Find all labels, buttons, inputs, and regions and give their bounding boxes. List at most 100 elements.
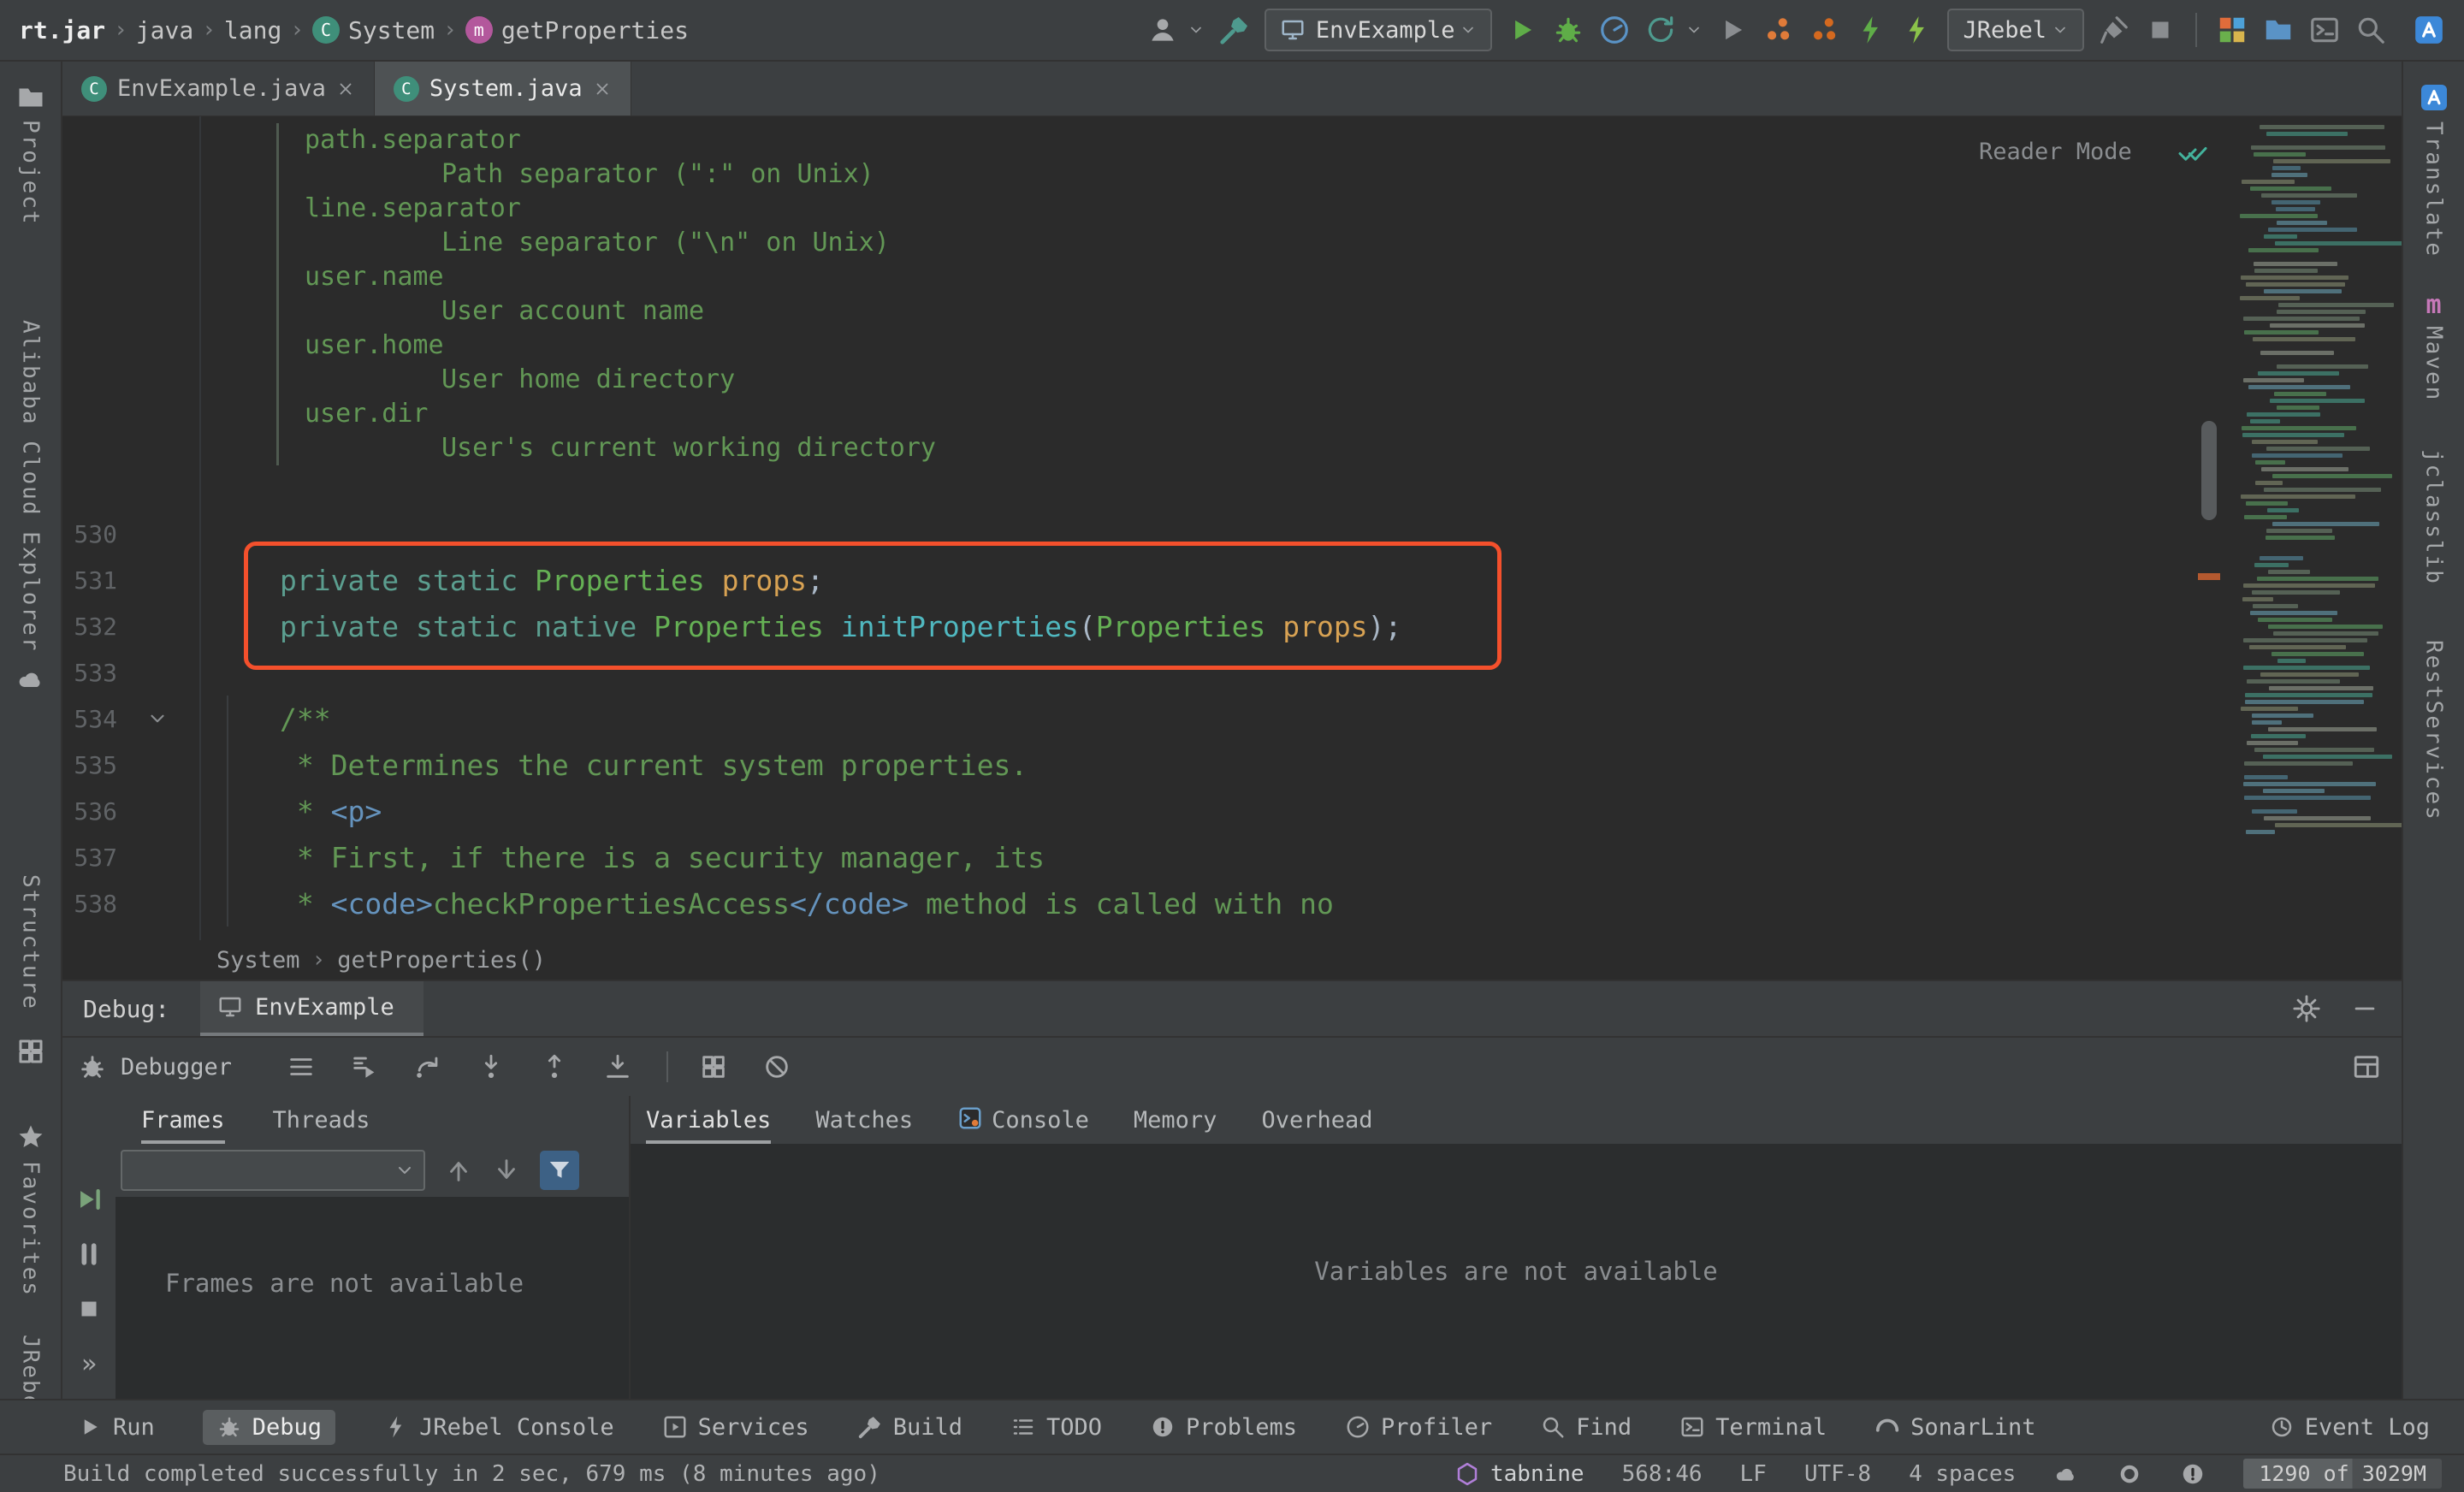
sidebar-item-translate[interactable]: Translate [2421,121,2447,258]
star-icon[interactable] [15,1122,46,1152]
user-icon[interactable] [1146,14,1179,46]
breadcrumb-item[interactable]: rt.jar [19,16,105,44]
line-number[interactable]: 532 [62,613,199,641]
line-ending[interactable]: LF [1740,1461,1767,1487]
debugger-label[interactable]: Debugger [121,1054,232,1081]
thread-selector[interactable] [121,1150,425,1191]
fold-chevron-icon[interactable] [146,708,169,730]
error-indicator-icon[interactable] [2180,1461,2206,1487]
cloud-icon[interactable] [15,664,46,695]
plugin-icon[interactable] [2216,14,2248,46]
line-number[interactable]: 533 [62,659,199,687]
breadcrumb-item[interactable]: lang [224,16,281,44]
project-icon[interactable] [15,82,46,113]
code-text[interactable]: private static Properties props; [199,564,824,597]
line-number[interactable]: 531 [62,566,199,595]
layout-settings-icon[interactable] [2352,1052,2381,1081]
tool-button-todo[interactable]: TODO [1010,1414,1102,1441]
line-number[interactable]: 536 [62,797,199,826]
caret-position[interactable]: 568:46 [1622,1461,1703,1487]
code-text[interactable]: /** [199,702,331,736]
file-encoding[interactable]: UTF-8 [1804,1461,1871,1487]
code-text[interactable]: private static native Properties initPro… [199,610,1401,643]
stop-icon[interactable] [74,1294,104,1323]
breadcrumb-item[interactable]: getProperties [501,16,689,44]
coverage-button[interactable] [1598,14,1631,46]
search-everywhere-icon[interactable] [2354,14,2387,46]
chevron-down-icon[interactable] [1188,21,1205,38]
step-out-icon[interactable] [540,1052,569,1081]
sidebar-item-structure[interactable]: Structure [18,874,44,1010]
tool-button-jrebel-console[interactable]: JRebel Console [383,1414,614,1441]
line-number[interactable]: 534 [62,705,199,733]
code-text[interactable]: * Determines the current system properti… [199,749,1028,782]
chevron-down-icon[interactable] [1685,21,1703,38]
code-text[interactable]: * <p> [199,795,382,828]
breadcrumb-item[interactable]: java [136,16,193,44]
cloud-sync-icon[interactable] [2053,1461,2079,1487]
project-folder-icon[interactable] [2262,14,2295,46]
scrollbar-thumb[interactable] [2201,421,2217,520]
tool-button-problems[interactable]: Problems [1150,1414,1297,1441]
tool-button-find[interactable]: Find [1540,1414,1632,1441]
tab-frames[interactable]: Frames [141,1107,225,1144]
tool-button-event-log[interactable]: Event Log [2269,1414,2430,1441]
tabnine-widget[interactable]: tabnine [1454,1461,1584,1487]
tool-button-sonarlint[interactable]: SonarLint [1875,1414,2035,1441]
console-window-icon[interactable] [2308,14,2341,46]
step-into-icon[interactable] [477,1052,506,1081]
run-config-selector[interactable]: EnvExample [1265,9,1493,51]
run-button[interactable] [1506,14,1538,46]
frame-up-button[interactable] [444,1156,473,1185]
minimap[interactable] [2240,125,2399,837]
mute-breakpoints-icon[interactable] [762,1052,791,1081]
sidebar-item-maven[interactable]: Maven [2421,326,2447,401]
tool-button-profiler[interactable]: Profiler [1345,1414,1492,1441]
tool-button-debug[interactable]: Debug [203,1410,335,1445]
sidebar-item-favorites[interactable]: Favorites [18,1161,44,1297]
tab-overhead[interactable]: Overhead [1261,1107,1372,1144]
translate-icon[interactable] [2413,14,2445,46]
restore-layout-icon[interactable] [287,1052,316,1081]
tool-button-build[interactable]: Build [857,1414,962,1441]
maven-icon[interactable]: m [2420,292,2448,319]
tab-memory[interactable]: Memory [1134,1107,1217,1144]
line-number[interactable]: 538 [62,890,199,918]
run-disabled-button[interactable] [1716,14,1749,46]
close-icon[interactable] [593,80,612,98]
stop-button[interactable] [2144,14,2177,46]
indent-setting[interactable]: 4 spaces [1909,1461,2016,1487]
tab-threads[interactable]: Threads [273,1107,370,1144]
debug-button[interactable] [1552,14,1584,46]
jrebel-selector[interactable]: JRebel [1947,9,2084,51]
sidebar-item-jrebel[interactable]: JRebel [18,1335,44,1399]
tab-watches[interactable]: Watches [815,1107,913,1144]
jrebel-run-icon[interactable] [1855,14,1887,46]
more-icon[interactable]: » [81,1349,97,1379]
tool-button-services[interactable]: Services [662,1414,809,1441]
jprofiler-run-icon[interactable] [1762,14,1795,46]
indicator-icon[interactable] [2117,1461,2142,1487]
reader-mode-label[interactable]: Reader Mode [1979,139,2132,165]
gear-icon[interactable] [2292,994,2321,1023]
line-number[interactable]: 537 [62,844,199,872]
memory-indicator[interactable]: 1290 of 3029M [2243,1459,2442,1489]
close-icon[interactable] [336,80,355,98]
line-number[interactable]: 530 [62,520,199,548]
build-hammer-icon[interactable] [1218,14,1251,46]
code-text[interactable]: * <code>checkPropertiesAccess</code> met… [199,887,1334,921]
filter-button[interactable] [540,1151,579,1190]
view-breakpoints-icon[interactable] [699,1052,728,1081]
pause-icon[interactable] [74,1240,104,1269]
editor-tab-envexample-java[interactable]: CEnvExample.java [62,62,375,115]
breadcrumb-method[interactable]: getProperties() [337,947,546,974]
editor[interactable]: path.separatorPath separator (":" on Uni… [62,116,2402,940]
jprofiler-attach-icon[interactable] [1809,14,1841,46]
step-over-icon[interactable] [413,1052,442,1081]
rerun-button[interactable] [1644,14,1677,46]
run-to-cursor-icon[interactable] [603,1052,632,1081]
show-execution-point-icon[interactable] [350,1052,379,1081]
translate-icon[interactable] [2419,82,2449,113]
jrebel-debug-icon[interactable] [1901,14,1934,46]
tab-console[interactable]: Console [957,1105,1089,1144]
